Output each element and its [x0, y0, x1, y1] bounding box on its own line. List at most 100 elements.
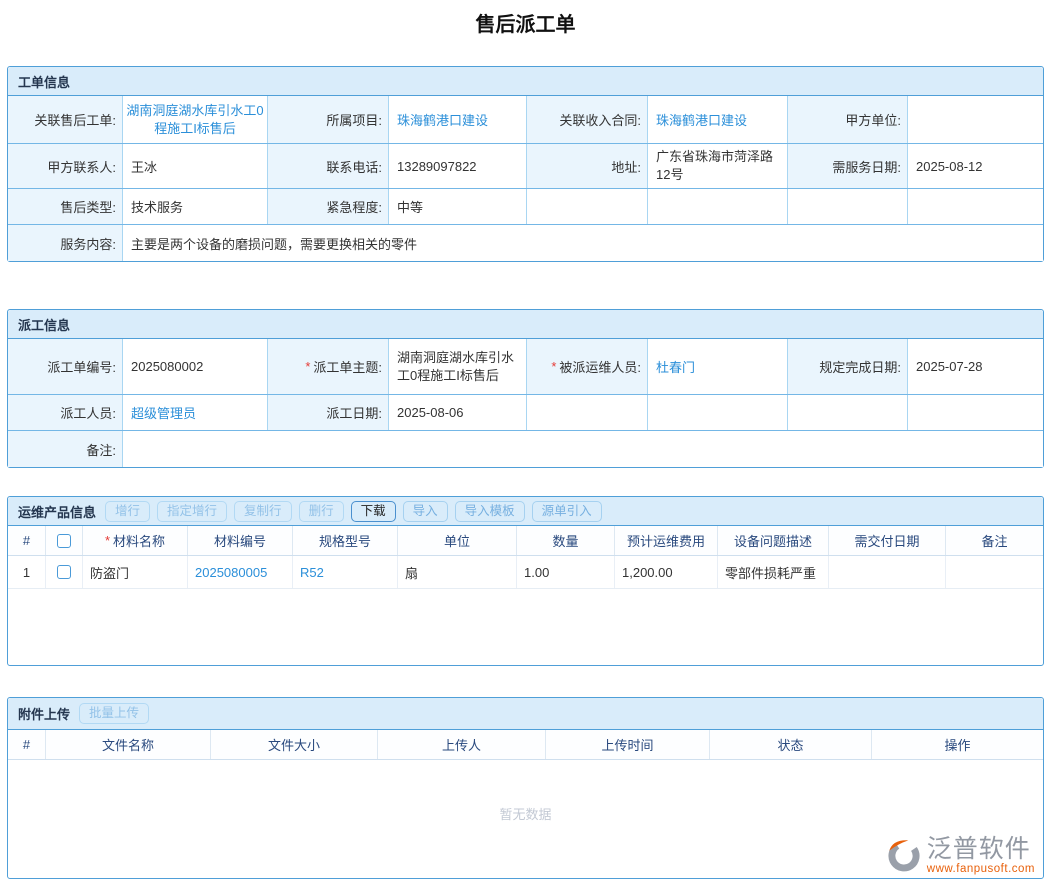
dispatcher-cell: 超级管理员 [123, 395, 268, 430]
work-order-row-1: 关联售后工单: 湖南洞庭湖水库引水工0程施工I标售后 所属项目: 珠海鹤港口建设… [8, 96, 1043, 144]
row-checkbox[interactable] [57, 565, 71, 579]
col-index: # [8, 526, 46, 555]
dispatch-panel-header: 派工信息 [8, 310, 1043, 339]
income-contract-link[interactable]: 珠海鹤港口建设 [656, 110, 747, 129]
assignee-cell: 杜春门 [648, 339, 788, 394]
col-est-cost: 预计运维费用 [615, 526, 718, 555]
product-row: 1 防盗门 2025080005 R52 扇 1.00 1,200.00 零部件… [8, 556, 1043, 589]
service-content-value: 主要是两个设备的磨损问题，需要更换相关的零件 [123, 225, 1043, 261]
urgency-value: 中等 [389, 189, 527, 224]
import-button[interactable]: 导入 [403, 501, 448, 522]
col-spec: 规格型号 [293, 526, 398, 555]
empty-cell [527, 395, 648, 430]
col-status: 状态 [710, 730, 872, 759]
attachments-panel-title: 附件上传 [18, 704, 70, 723]
copy-row-button[interactable]: 复制行 [234, 501, 292, 522]
work-order-panel: 工单信息 关联售后工单: 湖南洞庭湖水库引水工0程施工I标售后 所属项目: 珠海… [7, 66, 1044, 262]
income-contract-label: 关联收入合同: [527, 96, 648, 143]
col-upload-time: 上传时间 [546, 730, 710, 759]
select-all-checkbox[interactable] [57, 534, 71, 548]
col-issue: 设备问题描述 [718, 526, 829, 555]
products-table-header: # * 材料名称 材料编号 规格型号 单位 数量 预计运维费用 设备问题描述 需… [8, 526, 1043, 556]
material-name-value: 防盗门 [83, 556, 188, 588]
party-a-unit-value [908, 96, 1043, 143]
insert-row-button[interactable]: 指定增行 [157, 501, 227, 522]
party-a-contact-value: 王冰 [123, 144, 268, 188]
income-contract-cell: 珠海鹤港口建设 [648, 96, 788, 143]
work-order-row-2: 甲方联系人: 王冰 联系电话: 13289097822 地址: 广东省珠海市菏泽… [8, 144, 1043, 189]
qty-value: 1.00 [517, 556, 615, 588]
deadline-value: 2025-07-28 [908, 339, 1043, 394]
empty-cell [527, 189, 648, 224]
products-panel-title: 运维产品信息 [18, 502, 96, 521]
dispatch-row-2: 派工人员: 超级管理员 派工日期: 2025-08-06 [8, 395, 1043, 431]
empty-cell [908, 189, 1043, 224]
dispatch-remark-value [123, 431, 1043, 467]
spec-link[interactable]: R52 [300, 565, 324, 580]
add-row-button[interactable]: 增行 [105, 501, 150, 522]
attachments-body: 暂无数据 泛普软件 www.fanpusoft.com [8, 760, 1043, 878]
required-asterisk: * [105, 533, 110, 548]
work-order-row-4: 服务内容: 主要是两个设备的磨损问题，需要更换相关的零件 [8, 225, 1043, 261]
remark-value [946, 556, 1043, 588]
col-delivery-date: 需交付日期 [829, 526, 946, 555]
attachments-panel: 附件上传 批量上传 # 文件名称 文件大小 上传人 上传时间 状态 操作 暂无数… [7, 697, 1044, 879]
watermark-brand: 泛普软件 [927, 836, 1031, 864]
empty-cell [788, 189, 908, 224]
related-order-link[interactable]: 湖南洞庭湖水库引水工0程施工I标售后 [125, 102, 265, 137]
empty-cell [648, 189, 788, 224]
products-panel: 运维产品信息 增行 指定增行 复制行 删行 下载 导入 导入模板 源单引入 # … [7, 496, 1044, 666]
dispatch-date-label: 派工日期: [268, 395, 389, 430]
select-all-cell [46, 526, 83, 555]
material-no-link[interactable]: 2025080005 [195, 565, 267, 580]
project-cell: 珠海鹤港口建设 [389, 96, 527, 143]
required-asterisk: * [305, 359, 310, 374]
delete-row-button[interactable]: 删行 [299, 501, 344, 522]
phone-label: 联系电话: [268, 144, 389, 188]
col-remark: 备注 [946, 526, 1043, 555]
row-select-cell [46, 556, 83, 588]
work-order-panel-header: 工单信息 [8, 67, 1043, 96]
col-qty: 数量 [517, 526, 615, 555]
party-a-contact-label: 甲方联系人: [8, 144, 123, 188]
deadline-label: 规定完成日期: [788, 339, 908, 394]
delivery-date-value [829, 556, 946, 588]
work-order-row-3: 售后类型: 技术服务 紧急程度: 中等 [8, 189, 1043, 225]
service-date-value: 2025-08-12 [908, 144, 1043, 188]
empty-cell [648, 395, 788, 430]
col-file-size: 文件大小 [211, 730, 378, 759]
assignee-link[interactable]: 杜春门 [656, 357, 695, 376]
col-index: # [8, 730, 46, 759]
products-empty-space [8, 589, 1043, 665]
source-import-button[interactable]: 源单引入 [532, 501, 602, 522]
related-order-label: 关联售后工单: [8, 96, 123, 143]
dispatch-panel-title: 派工信息 [18, 315, 70, 334]
download-button[interactable]: 下载 [351, 501, 396, 522]
issue-value: 零部件损耗严重 [718, 556, 829, 588]
after-sales-dispatch-page: 售后派工单 工单信息 关联售后工单: 湖南洞庭湖水库引水工0程施工I标售后 所属… [0, 0, 1051, 879]
dispatch-order-no-label: 派工单编号: [8, 339, 123, 394]
col-unit: 单位 [398, 526, 517, 555]
service-date-label: 需服务日期: [788, 144, 908, 188]
dispatch-order-no-value: 2025080002 [123, 339, 268, 394]
page-title: 售后派工单 [7, 8, 1044, 37]
col-file-name: 文件名称 [46, 730, 211, 759]
service-type-value: 技术服务 [123, 189, 268, 224]
required-asterisk: * [551, 359, 556, 374]
project-link[interactable]: 珠海鹤港口建设 [397, 110, 488, 129]
dispatch-date-value: 2025-08-06 [389, 395, 527, 430]
material-no-cell: 2025080005 [188, 556, 293, 588]
address-label: 地址: [527, 144, 648, 188]
watermark-url: www.fanpusoft.com [927, 863, 1035, 875]
row-index: 1 [8, 556, 46, 588]
attachments-table-header: # 文件名称 文件大小 上传人 上传时间 状态 操作 [8, 730, 1043, 760]
dispatcher-link[interactable]: 超级管理员 [131, 403, 196, 422]
project-label: 所属项目: [268, 96, 389, 143]
phone-value: 13289097822 [389, 144, 527, 188]
import-template-button[interactable]: 导入模板 [455, 501, 525, 522]
attachments-panel-header: 附件上传 批量上传 [8, 698, 1043, 730]
col-material-name: * 材料名称 [83, 526, 188, 555]
batch-upload-button[interactable]: 批量上传 [79, 703, 149, 724]
unit-value: 扇 [398, 556, 517, 588]
assignee-label: * 被派运维人员: [527, 339, 648, 394]
